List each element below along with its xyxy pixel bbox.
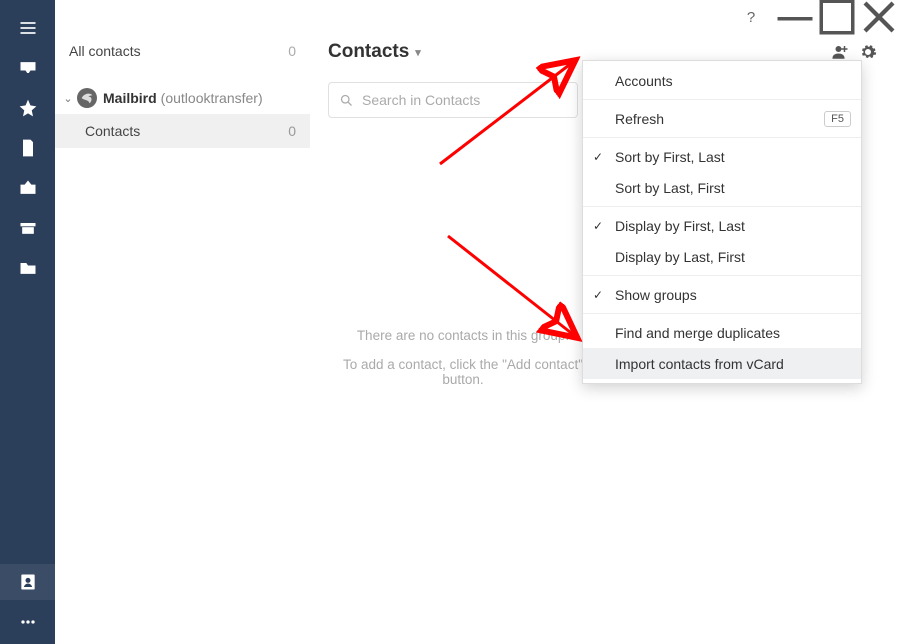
account-name: Mailbird [103, 90, 157, 106]
all-contacts-count: 0 [288, 43, 296, 59]
menu-sort-first-last[interactable]: ✓Sort by First, Last [583, 141, 861, 172]
star-icon[interactable] [0, 90, 55, 126]
hamburger-icon[interactable] [0, 10, 55, 46]
folder-icon[interactable] [0, 250, 55, 286]
check-icon: ✓ [593, 219, 603, 233]
document-icon[interactable] [0, 130, 55, 166]
more-icon[interactable] [0, 604, 55, 640]
window-titlebar: ? [730, 0, 900, 30]
search-input[interactable]: Search in Contacts [328, 82, 578, 118]
outbox-icon[interactable] [0, 170, 55, 206]
account-sub: (outlooktransfer) [161, 90, 263, 106]
menu-separator [583, 99, 861, 100]
account-row[interactable]: ⌄ Mailbird (outlooktransfer) [55, 82, 310, 114]
contacts-rail-icon[interactable] [0, 564, 55, 600]
help-button[interactable]: ? [730, 4, 772, 30]
shortcut-badge: F5 [824, 111, 851, 127]
search-placeholder: Search in Contacts [362, 92, 480, 108]
menu-display-first-last[interactable]: ✓Display by First, Last [583, 210, 861, 241]
menu-show-groups[interactable]: ✓Show groups [583, 279, 861, 310]
all-contacts-label: All contacts [69, 43, 141, 59]
minimize-button[interactable] [774, 4, 816, 30]
main-title[interactable]: Contacts ▾ [328, 41, 421, 63]
empty-state: There are no contacts in this group. To … [328, 328, 598, 387]
archive-icon[interactable] [0, 210, 55, 246]
empty-line1: There are no contacts in this group. [328, 328, 598, 343]
contacts-settings-menu: Accounts Refresh F5 ✓Sort by First, Last… [582, 60, 862, 384]
contacts-folder-count: 0 [288, 123, 296, 139]
app-window: ? [0, 0, 900, 644]
menu-find-merge[interactable]: Find and merge duplicates [583, 317, 861, 348]
nav-rail [0, 0, 55, 644]
contacts-folder-label: Contacts [85, 123, 140, 139]
all-contacts-row[interactable]: All contacts 0 [55, 34, 310, 68]
menu-sort-last-first[interactable]: Sort by Last, First [583, 172, 861, 203]
close-button[interactable] [858, 4, 900, 30]
chevron-down-icon: ⌄ [61, 92, 75, 105]
menu-import-vcard[interactable]: Import contacts from vCard [583, 348, 861, 379]
menu-accounts[interactable]: Accounts [583, 65, 861, 96]
contacts-folder-row[interactable]: Contacts 0 [55, 114, 310, 148]
inbox-icon[interactable] [0, 50, 55, 86]
menu-display-last-first[interactable]: Display by Last, First [583, 241, 861, 272]
menu-separator [583, 206, 861, 207]
empty-line2: To add a contact, click the "Add contact… [328, 357, 598, 387]
check-icon: ✓ [593, 288, 603, 302]
menu-refresh[interactable]: Refresh F5 [583, 103, 861, 134]
menu-separator [583, 137, 861, 138]
chevron-down-icon: ▾ [415, 46, 421, 59]
check-icon: ✓ [593, 150, 603, 164]
maximize-button[interactable] [816, 4, 858, 30]
menu-separator [583, 275, 861, 276]
menu-separator [583, 313, 861, 314]
contacts-sidebar: All contacts 0 ⌄ Mailbird (outlooktransf… [55, 0, 310, 644]
mailbird-logo-icon [77, 88, 97, 108]
search-icon [339, 93, 354, 108]
